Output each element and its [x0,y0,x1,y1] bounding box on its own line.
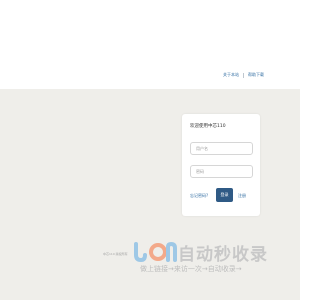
watermark-subtitle: 做上链接→来访一次→自动收录→ [140,265,242,273]
link-divider [243,72,244,78]
forgot-password-link[interactable]: 忘记密码? [190,193,208,199]
watermark-banner: 自动秒收录 做上链接→来访一次→自动收录→ [128,237,283,277]
about-link[interactable]: 关于本站 [223,72,239,78]
register-link[interactable]: 注册 [238,193,246,199]
login-title: 欢迎使用中芯110 [190,124,226,129]
help-download-link[interactable]: 帮助下载 [248,72,264,78]
username-input[interactable] [190,142,253,155]
watermark-title: 自动秒收录 [178,245,268,265]
header-links: 关于本站 帮助下载 [223,72,264,78]
footer-copyright: 中芯110 版权所有 [103,252,128,256]
top-header: 关于本站 帮助下载 [0,0,300,89]
password-input[interactable] [190,165,253,178]
watermark-logo-icon [134,241,177,263]
login-button[interactable]: 登录 [216,188,233,202]
